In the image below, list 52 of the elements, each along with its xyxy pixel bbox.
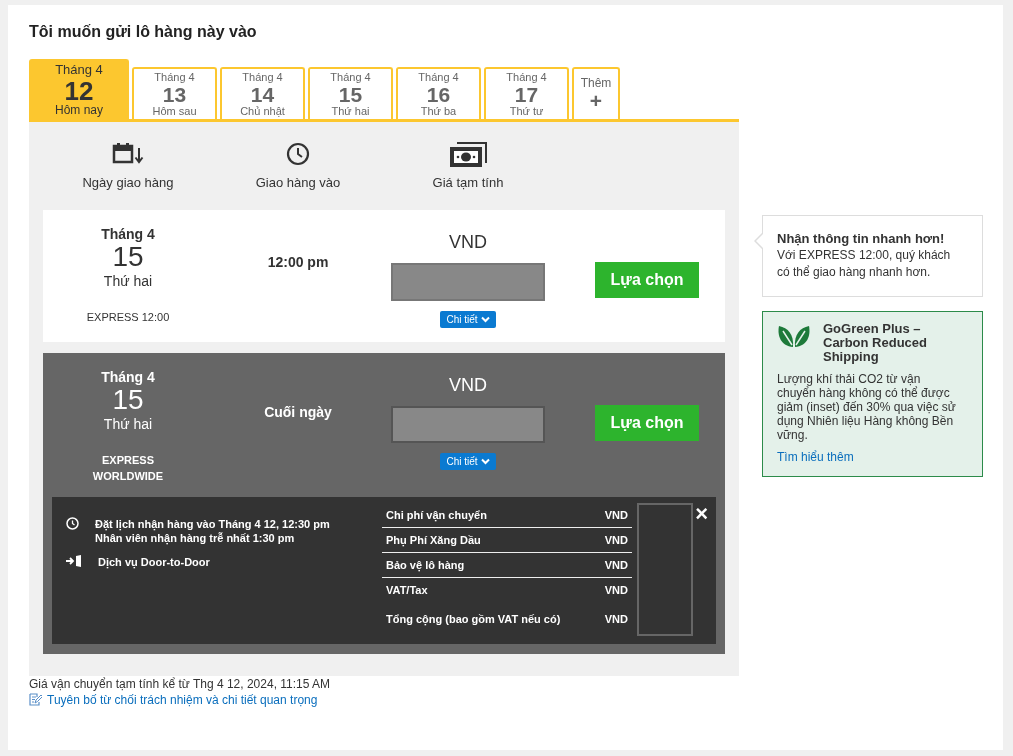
learn-more-link[interactable]: Tìm hiểu thêm [777, 450, 962, 464]
edit-document-icon [29, 693, 42, 707]
charge-currency: VND [604, 583, 628, 596]
charge-label: Bảo vệ lô hàng [386, 558, 465, 571]
date-tab[interactable]: Tháng 4 15 Thứ hai [308, 67, 393, 119]
date-tab[interactable]: Thêm + [572, 67, 620, 119]
door-entry-icon [66, 554, 82, 567]
banknote-icon [449, 142, 487, 168]
charge-currency: VND [604, 508, 628, 521]
close-button[interactable]: × [695, 502, 708, 525]
clock-icon [66, 516, 79, 530]
option-month: Tháng 4 [101, 369, 155, 385]
chevron-down-icon [480, 458, 490, 465]
date-tab[interactable]: Tháng 4 16 Thứ ba [396, 67, 481, 119]
details-button[interactable]: Chi tiết [440, 311, 496, 328]
charge-label: Phụ Phí Xăng Dầu [386, 533, 481, 546]
option-day: 15 [112, 242, 144, 273]
service-text: Dịch vụ Door-to-Door [98, 554, 210, 569]
currency-label: VND [449, 232, 487, 253]
tip-text: Nhận thông tin nhanh hơn! Với EXPRESS 12:00, quý khách có thể giao hàng nhanh hơn. [777, 230, 952, 279]
charge-currency: VND [604, 533, 628, 546]
option-weekday: Thứ hai [103, 415, 153, 432]
column-header: Ngày giao hàng [82, 175, 174, 190]
date-tab[interactable]: Tháng 4 17 Thứ tư [484, 67, 569, 119]
calendar-arrow-icon [112, 142, 144, 164]
gogreen-title: GoGreen Plus – Carbon Reduced Shipping [823, 322, 928, 364]
option-month: Tháng 4 [101, 226, 155, 242]
column-header: Giá tạm tính [432, 175, 504, 190]
details-button[interactable]: Chi tiết [440, 453, 496, 470]
service-name: EXPRESS WORLDWIDE [91, 452, 165, 485]
date-tab[interactable]: Tháng 4 13 Hôm sau [132, 67, 217, 119]
clock-icon [286, 142, 310, 166]
page-title: Tôi muốn gửi lô hàng này vào [29, 23, 258, 41]
date-tab[interactable]: Tháng 4 14 Chủ nhật [220, 67, 305, 119]
date-tab[interactable]: Tháng 4 12 Hôm nay [29, 59, 129, 119]
charge-label: VAT/Tax [386, 583, 428, 596]
charge-label: Chi phí vận chuyển [386, 508, 487, 521]
charge-currency: VND [604, 558, 628, 571]
charge-currency: VND [604, 612, 628, 625]
option-day: 15 [112, 385, 144, 416]
currency-label: VND [449, 375, 487, 396]
delivery-time: 12:00 pm [267, 254, 329, 270]
estimate-note: Giá vận chuyển tạm tính kể từ Thg 4 12, 2024, 11:15 AM [29, 676, 332, 691]
service-name: EXPRESS 12:00 [85, 309, 171, 325]
gogreen-text: Lượng khí thải CO2 từ vận chuyển hàng không có thể được giảm (inset) đến 30% qua việc sử dụng Nhiên liệu Hàng không Bền vững. [777, 372, 956, 442]
option-weekday: Thứ hai [103, 272, 153, 289]
column-header: Giao hàng vào [255, 175, 341, 190]
pickup-text: Đặt lịch nhận hàng vào Tháng 4 12, 12:30 pm Nhân viên nhận hàng trễ nhất 1:30 pm [95, 516, 330, 545]
delivery-time: Cuối ngày [264, 403, 332, 420]
charge-label: Tổng cộng (bao gồm VAT nếu có) [386, 612, 561, 625]
chevron-down-icon [480, 316, 490, 323]
disclaimer-link[interactable]: Tuyên bố từ chối trách nhiệm và chi tiết quan trọng [29, 692, 739, 707]
